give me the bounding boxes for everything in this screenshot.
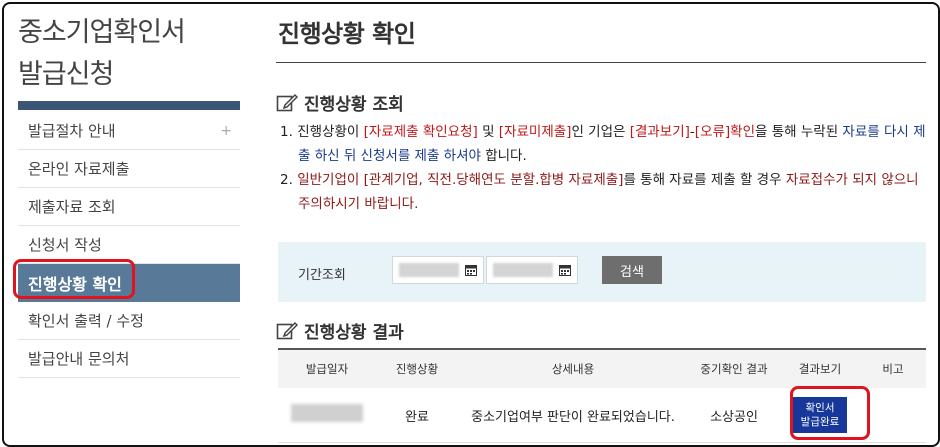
page-title: 진행상황 확인 xyxy=(278,20,416,48)
notice-text: 확인 xyxy=(730,124,756,140)
sidebar-item-online-submit[interactable]: 온라인 자료제출 xyxy=(18,150,240,188)
notice-text: [자료미제출] xyxy=(498,124,572,140)
search-button[interactable]: 검색 xyxy=(602,256,662,284)
detail-cell: 중소기업여부 판단이 완료되었습니다. xyxy=(458,388,688,443)
sidebar-title: 중소기업확인서 발급신청 xyxy=(18,12,186,96)
end-date-field[interactable] xyxy=(486,256,578,284)
sidebar-item-certificate-print[interactable]: 확인서 출력 / 수정 xyxy=(18,302,240,340)
notice-item: 1. 진행상황이 [자료제출 확인요청] 및 [자료미제출]인 기업은 [결과보… xyxy=(280,120,930,168)
sidebar-item-label: 발급절차 안내 xyxy=(28,122,116,140)
result-cell: 소상공인 xyxy=(688,388,780,443)
sidebar-item-submitted-lookup[interactable]: 제출자료 조회 xyxy=(18,188,240,226)
notice-text: [오류] xyxy=(694,124,731,140)
calendar-icon[interactable] xyxy=(559,264,571,276)
table-header-row: 발급일자 진행상황 상세내용 중기확인 결과 결과보기 비고 xyxy=(278,349,926,388)
status-cell: 완료 xyxy=(376,388,458,443)
view-result-cell: 확인서 발급완료 xyxy=(780,388,860,443)
calendar-icon[interactable] xyxy=(465,264,477,276)
column-header: 상세내용 xyxy=(551,362,595,376)
sidebar-item-label: 확인서 출력 / 수정 xyxy=(28,312,144,330)
sidebar-item-application-form[interactable]: 신청서 작성 xyxy=(18,226,240,264)
sidebar-accent-bar xyxy=(18,101,240,110)
column-header: 중기확인 결과 xyxy=(700,362,768,376)
section-heading-text: 진행상황 결과 xyxy=(304,323,404,343)
sidebar-item-label: 진행상황 확인 xyxy=(28,275,122,294)
sidebar-item-label: 신청서 작성 xyxy=(28,236,102,254)
notice-item: 2. 일반기업이 [관계기업, 직전.당해연도 분할.합병 자료제출]를 통해 … xyxy=(280,168,930,216)
window-frame: 중소기업확인서 발급신청 발급절차 안내 + 온라인 자료제출 제출자료 조회 … xyxy=(2,2,940,447)
sidebar-title-line2: 발급신청 xyxy=(18,59,114,90)
column-header: 진행상황 xyxy=(395,362,439,376)
redacted-date xyxy=(493,263,553,277)
plus-icon[interactable]: + xyxy=(220,123,232,139)
sidebar-item-label: 제출자료 조회 xyxy=(28,198,116,216)
notice-text: 일반기업이 xyxy=(297,172,364,188)
main-content: 진행상황 확인 진행상황 조회 1. 진행상황이 [자료제출 확인요청] 및 [… xyxy=(260,4,936,445)
notice-text: 진행상황이 xyxy=(297,124,364,140)
notice-text: 및 xyxy=(477,124,499,140)
section-heading-results: 진행상황 결과 xyxy=(276,318,404,343)
issue-date-cell xyxy=(278,388,376,443)
button-label-line1: 확인서 xyxy=(805,402,835,414)
certificate-issued-button[interactable]: 확인서 발급완료 xyxy=(792,397,848,433)
redacted-date xyxy=(291,404,363,422)
edit-pen-icon xyxy=(276,321,298,339)
redacted-date xyxy=(399,263,459,277)
table-row: 완료 중소기업여부 판단이 완료되었습니다. 소상공인 확인서 발급완료 xyxy=(278,388,926,443)
sidebar: 중소기업확인서 발급신청 발급절차 안내 + 온라인 자료제출 제출자료 조회 … xyxy=(4,4,244,445)
column-header: 비고 xyxy=(882,362,904,376)
sidebar-item-progress-check[interactable]: 진행상황 확인 xyxy=(18,264,240,302)
title-divider xyxy=(276,62,926,63)
notice-text: 인 기업은 xyxy=(571,124,630,140)
section-heading-text: 진행상황 조회 xyxy=(304,95,404,115)
edit-pen-icon xyxy=(276,93,298,111)
sidebar-item-contact[interactable]: 발급안내 문의처 xyxy=(18,340,240,378)
column-header: 결과보기 xyxy=(798,362,842,376)
sidebar-item-label: 발급안내 문의처 xyxy=(28,350,130,368)
notice-text: 를 통해 자료를 제출 할 경우 xyxy=(623,172,786,188)
column-header: 발급일자 xyxy=(305,362,349,376)
section-heading-inquiry: 진행상황 조회 xyxy=(276,90,404,115)
period-search-label: 기간조회 xyxy=(298,268,346,283)
period-search-panel: 기간조회 검색 xyxy=(278,242,926,302)
sidebar-menu: 발급절차 안내 + 온라인 자료제출 제출자료 조회 신청서 작성 진행상황 확… xyxy=(18,112,240,378)
notice-text: 합니다. xyxy=(480,148,527,164)
notice-text: [자료제출 확인요청] xyxy=(363,124,478,140)
sidebar-title-line1: 중소기업확인서 xyxy=(18,17,186,48)
sidebar-item-label: 온라인 자료제출 xyxy=(28,160,130,178)
notice-number: 2. xyxy=(280,172,293,188)
notice-number: 1. xyxy=(280,124,293,140)
button-label-line2: 발급완료 xyxy=(800,416,840,428)
results-table: 발급일자 진행상황 상세내용 중기확인 결과 결과보기 비고 완료 중소기업여부… xyxy=(278,348,926,443)
note-cell xyxy=(860,388,926,443)
notice-list: 1. 진행상황이 [자료제출 확인요청] 및 [자료미제출]인 기업은 [결과보… xyxy=(280,120,930,216)
start-date-field[interactable] xyxy=(392,256,484,284)
notice-text: [관계기업, 직전.당해연도 분할.합병 자료제출] xyxy=(363,172,624,188)
notice-text: 을 통해 누락된 xyxy=(755,124,843,140)
sidebar-item-issue-guide[interactable]: 발급절차 안내 + xyxy=(18,112,240,150)
notice-text: [결과보기] xyxy=(629,124,690,140)
